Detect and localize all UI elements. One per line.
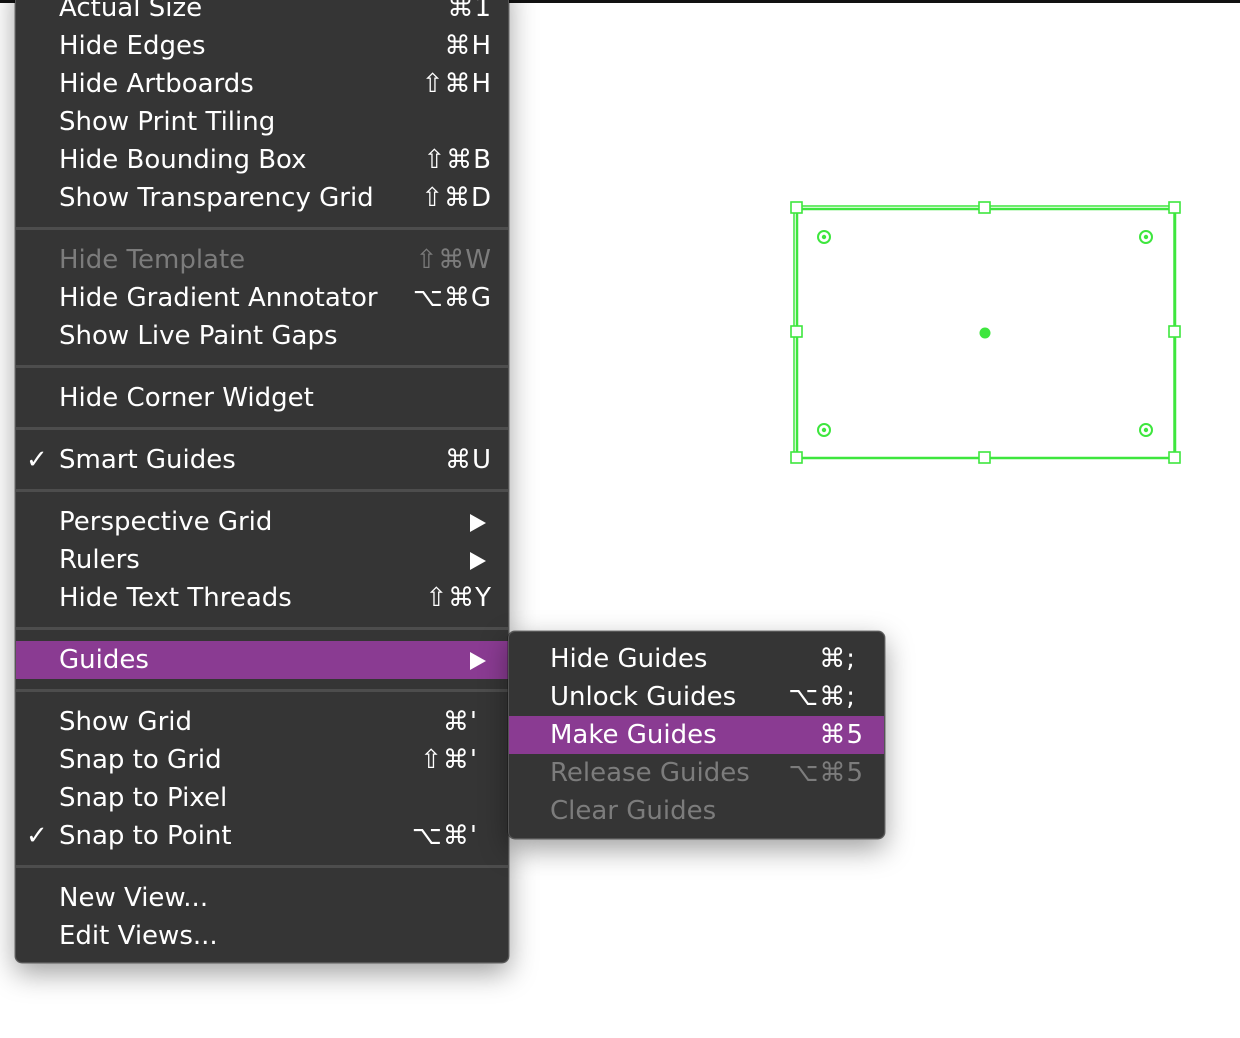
menu-item-hide-gradient-annotator[interactable]: Hide Gradient Annotator ⌥⌘G <box>16 279 508 317</box>
submenu-item-hide-guides[interactable]: Hide Guides ⌘; <box>509 640 884 678</box>
menu-item-label: Show Print Tiling <box>59 107 276 137</box>
menu-item-label: Hide Artboards <box>59 69 254 99</box>
menu-item-hide-artboards[interactable]: Hide Artboards ⇧⌘H <box>16 65 508 103</box>
menu-item-label: Edit Views... <box>59 921 218 951</box>
menu-item-hide-template: Hide Template ⇧⌘W <box>16 241 508 279</box>
resize-handle-bottom-right[interactable] <box>1168 451 1181 464</box>
menu-item-actual-size[interactable]: Actual Size ⌘1 <box>16 0 508 27</box>
checkmark-icon: ✓ <box>26 445 48 475</box>
view-menu: Actual Size ⌘1 Hide Edges ⌘H Hide Artboa… <box>15 0 509 963</box>
menu-item-new-view[interactable]: New View... <box>16 879 508 917</box>
menu-item-rulers[interactable]: Rulers <box>16 541 508 579</box>
menu-item-hide-corner-widget[interactable]: Hide Corner Widget <box>16 379 508 417</box>
menu-item-show-print-tiling[interactable]: Show Print Tiling <box>16 103 508 141</box>
menu-item-label: Guides <box>59 645 149 675</box>
menu-item-label: Release Guides <box>550 758 750 788</box>
corner-widget-icon[interactable] <box>817 423 831 437</box>
menu-item-shortcut: ⇧⌘D <box>421 183 492 213</box>
menu-item-label: Hide Bounding Box <box>59 145 307 175</box>
menu-separator <box>16 427 508 430</box>
menu-item-smart-guides[interactable]: ✓ Smart Guides ⌘U <box>16 441 508 479</box>
menu-item-label: Actual Size <box>59 0 203 23</box>
menu-separator <box>16 689 508 692</box>
menu-item-label: New View... <box>59 883 209 913</box>
resize-handle-top-right[interactable] <box>1168 201 1181 214</box>
menu-item-label: Snap to Point <box>59 821 232 851</box>
resize-handle-left[interactable] <box>790 325 803 338</box>
menu-item-label: Show Live Paint Gaps <box>59 321 338 351</box>
menu-item-label: Hide Guides <box>550 644 708 674</box>
menu-item-label: Hide Gradient Annotator <box>59 283 378 313</box>
resize-handle-bottom[interactable] <box>978 451 991 464</box>
menu-item-snap-to-grid[interactable]: Snap to Grid ⇧⌘' <box>16 741 508 779</box>
corner-widget-icon[interactable] <box>1139 423 1153 437</box>
menu-item-shortcut: ⌥⌘G <box>412 283 492 313</box>
menu-item-label: Snap to Pixel <box>59 783 228 813</box>
menu-item-show-grid[interactable]: Show Grid ⌘' <box>16 703 508 741</box>
menu-item-label: Unlock Guides <box>550 682 737 712</box>
resize-handle-bottom-left[interactable] <box>790 451 803 464</box>
menu-item-label: Show Grid <box>59 707 192 737</box>
resize-handle-right[interactable] <box>1168 325 1181 338</box>
menu-item-shortcut: ⌥⌘; <box>788 682 856 712</box>
menu-item-hide-text-threads[interactable]: Hide Text Threads ⇧⌘Y <box>16 579 508 617</box>
menu-item-shortcut: ⌘; <box>819 644 856 674</box>
menu-item-hide-edges[interactable]: Hide Edges ⌘H <box>16 27 508 65</box>
menu-item-edit-views[interactable]: Edit Views... <box>16 917 508 955</box>
menu-item-label: Hide Edges <box>59 31 206 61</box>
menu-item-shortcut: ⌘1 <box>447 0 492 23</box>
menu-item-hide-bounding-box[interactable]: Hide Bounding Box ⇧⌘B <box>16 141 508 179</box>
menu-item-shortcut: ⇧⌘W <box>415 245 492 275</box>
menu-item-label: Make Guides <box>550 720 717 750</box>
menu-item-shortcut: ⇧⌘' <box>420 745 478 775</box>
menu-separator <box>16 627 508 630</box>
menu-item-shortcut: ⌥⌘' <box>411 821 478 851</box>
menu-item-label: Perspective Grid <box>59 507 273 537</box>
submenu-arrow-icon <box>470 514 486 532</box>
checkmark-icon: ✓ <box>26 821 48 851</box>
menu-item-shortcut: ⌘H <box>444 31 492 61</box>
menu-item-snap-to-point[interactable]: ✓ Snap to Point ⌥⌘' <box>16 817 508 855</box>
menu-item-label: Hide Text Threads <box>59 583 292 613</box>
submenu-item-unlock-guides[interactable]: Unlock Guides ⌥⌘; <box>509 678 884 716</box>
selected-rectangle[interactable] <box>786 197 1186 469</box>
guides-submenu: Hide Guides ⌘; Unlock Guides ⌥⌘; Make Gu… <box>508 631 885 839</box>
menu-separator <box>16 365 508 368</box>
menu-item-shortcut: ⇧⌘B <box>423 145 492 175</box>
resize-handle-top-left[interactable] <box>790 201 803 214</box>
menu-item-shortcut: ⇧⌘H <box>421 69 492 99</box>
submenu-item-release-guides: Release Guides ⌥⌘5 <box>509 754 884 792</box>
menu-item-show-live-paint-gaps[interactable]: Show Live Paint Gaps <box>16 317 508 355</box>
menu-separator <box>16 489 508 492</box>
submenu-arrow-icon <box>470 552 486 570</box>
menu-separator <box>16 227 508 230</box>
menu-item-label: Hide Template <box>59 245 246 275</box>
menu-item-label: Clear Guides <box>550 796 717 826</box>
menu-separator <box>16 865 508 868</box>
menu-item-snap-to-pixel[interactable]: Snap to Pixel <box>16 779 508 817</box>
menu-item-show-transparency-grid[interactable]: Show Transparency Grid ⇧⌘D <box>16 179 508 217</box>
corner-widget-icon[interactable] <box>1139 230 1153 244</box>
menu-item-label: Rulers <box>59 545 140 575</box>
menu-item-label: Show Transparency Grid <box>59 183 374 213</box>
corner-widget-icon[interactable] <box>817 230 831 244</box>
submenu-item-clear-guides: Clear Guides <box>509 792 884 830</box>
menu-item-shortcut: ⌥⌘5 <box>788 758 864 788</box>
menu-item-label: Hide Corner Widget <box>59 383 314 413</box>
menu-item-label: Snap to Grid <box>59 745 222 775</box>
submenu-item-make-guides[interactable]: Make Guides ⌘5 <box>509 716 884 754</box>
menu-item-shortcut: ⌘U <box>444 445 492 475</box>
resize-handle-top[interactable] <box>978 201 991 214</box>
menu-item-label: Smart Guides <box>59 445 236 475</box>
center-point-icon <box>979 327 991 339</box>
menu-item-shortcut: ⌘' <box>442 707 478 737</box>
menu-item-guides[interactable]: Guides <box>16 641 508 679</box>
menu-item-shortcut: ⌘5 <box>819 720 864 750</box>
submenu-arrow-icon <box>470 652 486 670</box>
menu-item-perspective-grid[interactable]: Perspective Grid <box>16 503 508 541</box>
menu-item-shortcut: ⇧⌘Y <box>425 583 492 613</box>
